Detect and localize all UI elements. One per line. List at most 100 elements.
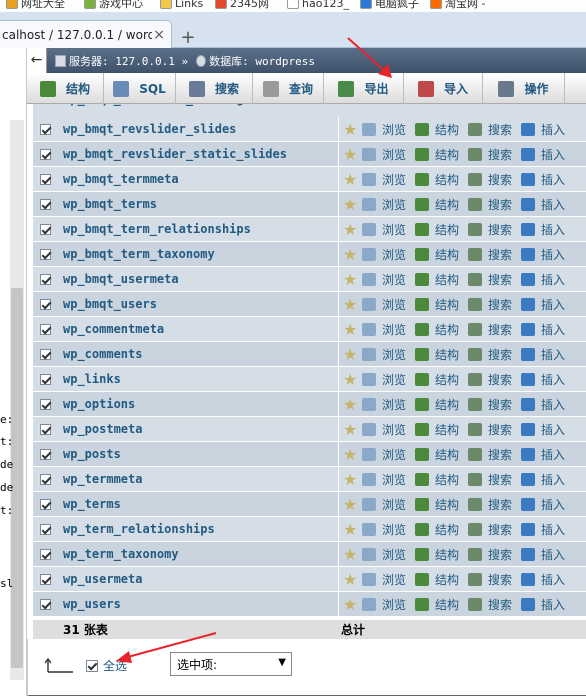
browse-icon[interactable]: [362, 422, 376, 436]
row-checkbox[interactable]: [39, 348, 51, 360]
favorite-star-icon[interactable]: ★: [343, 370, 362, 389]
action-link[interactable]: 插入: [541, 296, 565, 313]
structure-icon[interactable]: [415, 472, 430, 486]
structure-icon[interactable]: [415, 447, 430, 461]
new-tab-button[interactable]: +: [178, 28, 198, 48]
nav-text-fragment[interactable]: sl: [0, 577, 13, 590]
action-link[interactable]: 插入: [541, 446, 565, 463]
structure-icon[interactable]: [415, 297, 430, 311]
action-link[interactable]: 结构: [435, 146, 459, 163]
select-all-checkbox[interactable]: [86, 659, 98, 672]
action-link[interactable]: 浏览: [382, 296, 406, 313]
row-checkbox[interactable]: [39, 373, 51, 385]
nav-text-fragment[interactable]: de: [0, 481, 13, 494]
action-link[interactable]: 浏览: [382, 196, 406, 213]
action-link[interactable]: 浏览: [382, 496, 406, 513]
search-icon[interactable]: [468, 422, 483, 436]
favorite-star-icon[interactable]: ★: [343, 195, 362, 214]
browse-icon[interactable]: [362, 547, 376, 561]
action-link[interactable]: 插入: [541, 596, 565, 613]
action-link[interactable]: 插入: [541, 546, 565, 563]
row-checkbox[interactable]: [39, 523, 51, 535]
action-link[interactable]: 浏览: [382, 521, 406, 538]
browse-icon[interactable]: [362, 197, 376, 211]
toolbar-button-structure[interactable]: 结构: [27, 73, 104, 104]
favorite-star-icon[interactable]: ★: [343, 595, 362, 614]
structure-icon[interactable]: [415, 247, 430, 261]
action-link[interactable]: 插入: [541, 571, 565, 588]
row-checkbox[interactable]: [39, 323, 51, 335]
action-link[interactable]: 搜索: [488, 396, 512, 413]
action-link[interactable]: 插入: [541, 121, 565, 138]
table-name[interactable]: wp_comments: [57, 342, 339, 366]
action-link[interactable]: 插入: [541, 371, 565, 388]
browse-icon[interactable]: [362, 247, 376, 261]
action-link[interactable]: 浏览: [382, 221, 406, 238]
table-name[interactable]: wp_bmqt_revslider_static_slides: [57, 142, 339, 166]
browse-icon[interactable]: [362, 322, 376, 336]
row-checkbox[interactable]: [39, 223, 51, 235]
table-name[interactable]: wp_termmeta: [57, 467, 339, 491]
action-link[interactable]: 浏览: [382, 571, 406, 588]
action-link[interactable]: 结构: [435, 321, 459, 338]
action-link[interactable]: 插入: [541, 171, 565, 188]
favorite-star-icon[interactable]: ★: [343, 495, 362, 514]
structure-icon[interactable]: [415, 197, 430, 211]
action-link[interactable]: 结构: [435, 196, 459, 213]
action-link[interactable]: 插入: [541, 496, 565, 513]
action-link[interactable]: 插入: [541, 246, 565, 263]
favorite-star-icon[interactable]: ★: [343, 445, 362, 464]
action-link[interactable]: 插入: [541, 396, 565, 413]
action-link[interactable]: 结构: [435, 296, 459, 313]
action-link[interactable]: 结构: [435, 596, 459, 613]
insert-icon[interactable]: [521, 222, 536, 236]
table-name[interactable]: wp_term_relationships: [57, 517, 339, 541]
browse-icon[interactable]: [362, 397, 376, 411]
action-link[interactable]: 搜索: [488, 146, 512, 163]
structure-icon[interactable]: [415, 522, 430, 536]
insert-icon[interactable]: [521, 122, 536, 136]
insert-icon[interactable]: [521, 597, 536, 611]
tab-close-icon[interactable]: ×: [153, 27, 165, 43]
favorite-star-icon[interactable]: ★: [343, 570, 362, 589]
search-icon[interactable]: [468, 147, 483, 161]
structure-icon[interactable]: [415, 397, 430, 411]
row-checkbox[interactable]: [39, 598, 51, 610]
search-icon[interactable]: [468, 547, 483, 561]
browser-tab[interactable]: calhost / 127.0.0.1 / wordpr ×: [0, 20, 172, 49]
action-link[interactable]: 搜索: [488, 296, 512, 313]
row-checkbox[interactable]: [39, 198, 51, 210]
row-checkbox[interactable]: [39, 248, 51, 260]
insert-icon[interactable]: [521, 272, 536, 286]
structure-icon[interactable]: [415, 422, 430, 436]
insert-icon[interactable]: [521, 147, 536, 161]
structure-icon[interactable]: [415, 497, 430, 511]
bookmark-item[interactable]: 2345网: [215, 0, 269, 11]
action-link[interactable]: 浏览: [382, 396, 406, 413]
table-name[interactable]: wp_term_taxonomy: [57, 542, 339, 566]
left-scrollbar-thumb[interactable]: [11, 288, 23, 668]
action-link[interactable]: 插入: [541, 471, 565, 488]
toolbar-button-sql[interactable]: SQL: [104, 73, 176, 104]
browse-icon[interactable]: [362, 497, 376, 511]
toolbar-button-import[interactable]: 导入: [404, 73, 483, 104]
row-checkbox[interactable]: [39, 448, 51, 460]
action-link[interactable]: 浏览: [382, 246, 406, 263]
action-link[interactable]: 搜索: [488, 596, 512, 613]
structure-icon[interactable]: [415, 322, 430, 336]
action-link[interactable]: 结构: [435, 371, 459, 388]
action-link[interactable]: 结构: [435, 271, 459, 288]
browse-icon[interactable]: [362, 572, 376, 586]
nav-text-fragment[interactable]: t:: [0, 504, 13, 517]
action-link[interactable]: 浏览: [382, 446, 406, 463]
favorite-star-icon[interactable]: ★: [343, 420, 362, 439]
action-link[interactable]: 插入: [541, 321, 565, 338]
row-checkbox[interactable]: [39, 148, 51, 160]
action-link[interactable]: 结构: [435, 246, 459, 263]
search-icon[interactable]: [468, 172, 483, 186]
back-arrow-icon[interactable]: ←: [27, 48, 47, 73]
row-checkbox[interactable]: [39, 273, 51, 285]
favorite-star-icon[interactable]: ★: [343, 145, 362, 164]
favorite-star-icon[interactable]: ★: [343, 395, 362, 414]
row-checkbox[interactable]: [39, 298, 51, 310]
